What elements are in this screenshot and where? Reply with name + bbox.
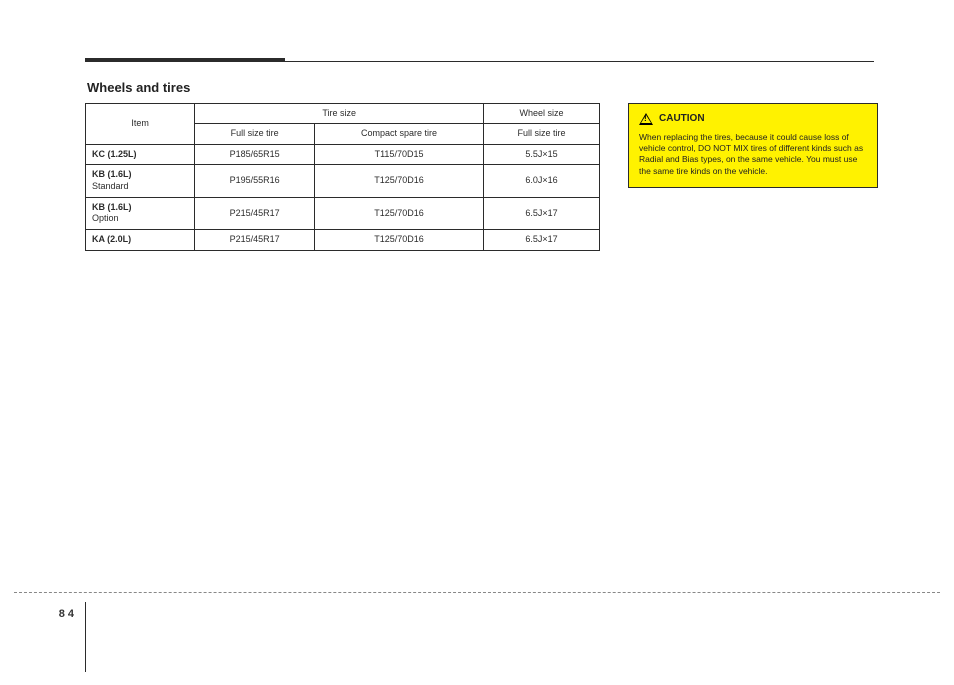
col-spare-header: Compact spare tire <box>314 124 483 144</box>
cell: P195/55R16 <box>195 165 315 197</box>
page-footer: 8 4 <box>0 592 954 593</box>
section-title: Wheels and tires <box>87 80 874 95</box>
cell: P215/45R17 <box>195 229 315 250</box>
spec-table-wrap: Item Tire size Wheel size Full size tire… <box>85 103 600 251</box>
col-wheelsize-header: Wheel size <box>484 104 600 124</box>
header-rule-thin <box>85 61 874 62</box>
page-number: 8 4 <box>44 608 74 620</box>
cell: T125/70D16 <box>314 165 483 197</box>
row-label: KB (1.6L) Standard <box>86 165 195 197</box>
row-label: KA (2.0L) <box>86 229 195 250</box>
cell: P215/45R17 <box>195 197 315 229</box>
row-label: KC (1.25L) <box>86 144 195 165</box>
row-label-strong: KB (1.6L) <box>92 169 188 181</box>
row-label-strong: KC (1.25L) <box>92 149 188 161</box>
spec-table: Item Tire size Wheel size Full size tire… <box>85 103 600 251</box>
warning-icon: ! <box>639 113 653 125</box>
col-wheel-full-header: Full size tire <box>484 124 600 144</box>
cell: T115/70D15 <box>314 144 483 165</box>
footer-gutter-bar <box>85 602 96 672</box>
col-fullsize-header: Full size tire <box>195 124 315 144</box>
caution-header: ! CAUTION <box>639 112 867 126</box>
cell: T125/70D16 <box>314 197 483 229</box>
row-label-sub: Option <box>92 213 119 223</box>
col-item-header: Item <box>86 104 195 145</box>
row-label-sub: Standard <box>92 181 129 191</box>
table-header-row-1: Item Tire size Wheel size <box>86 104 600 124</box>
table-row: KB (1.6L) Option P215/45R17 T125/70D16 6… <box>86 197 600 229</box>
caution-body: When replacing the tires, because it cou… <box>639 132 867 178</box>
cell: 6.5J×17 <box>484 229 600 250</box>
row-label-strong: KA (2.0L) <box>92 234 188 246</box>
footer-dashed-rule <box>14 592 940 593</box>
caution-callout: ! CAUTION When replacing the tires, beca… <box>628 103 878 188</box>
page-body: Wheels and tires Item Tire size Wheel si… <box>85 58 874 251</box>
row-label-strong: KB (1.6L) <box>92 202 188 214</box>
table-row: KC (1.25L) P185/65R15 T115/70D15 5.5J×15 <box>86 144 600 165</box>
caution-label: CAUTION <box>659 112 705 126</box>
col-tiresize-header: Tire size <box>195 104 484 124</box>
content-row: Item Tire size Wheel size Full size tire… <box>85 103 874 251</box>
cell: T125/70D16 <box>314 229 483 250</box>
row-label: KB (1.6L) Option <box>86 197 195 229</box>
cell: 5.5J×15 <box>484 144 600 165</box>
cell: 6.0J×16 <box>484 165 600 197</box>
table-row: KB (1.6L) Standard P195/55R16 T125/70D16… <box>86 165 600 197</box>
cell: 6.5J×17 <box>484 197 600 229</box>
table-row: KA (2.0L) P215/45R17 T125/70D16 6.5J×17 <box>86 229 600 250</box>
cell: P185/65R15 <box>195 144 315 165</box>
